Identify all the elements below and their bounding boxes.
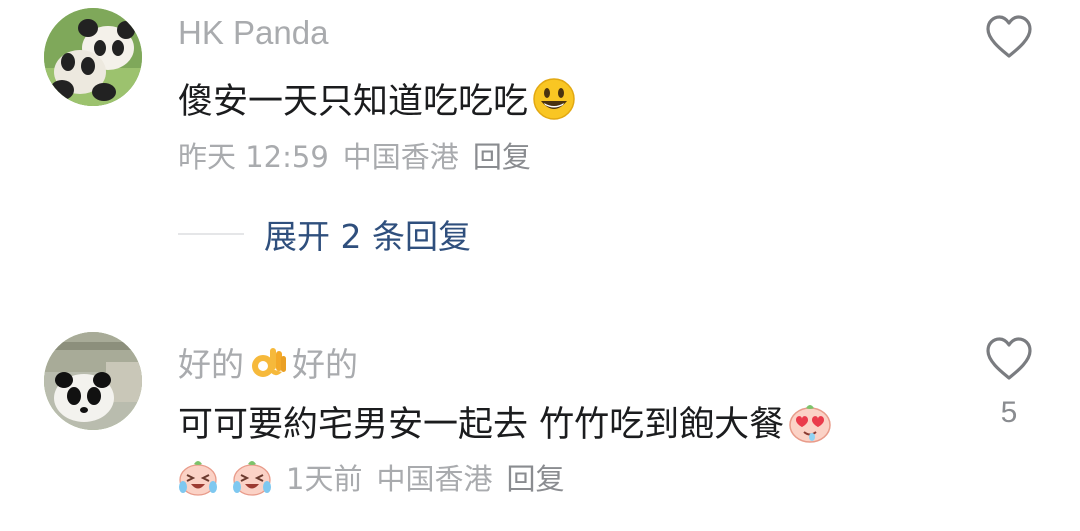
username-part: 好的 (178, 346, 244, 383)
comment-location: 中国香港 (376, 462, 493, 496)
heart-outline-icon (986, 337, 1032, 380)
smiley-emoji-icon (532, 77, 576, 121)
comment-text: 傻安一天只知道吃吃吃 (178, 82, 529, 122)
expand-replies-button[interactable]: 展开 2 条回复 (178, 210, 471, 258)
comment-text-row: 可可要約宅男安一起去 竹竹吃到飽大餐 (178, 396, 832, 447)
crying-laugh-emoji-icon (178, 457, 218, 497)
expand-replies-label: 展开 2 条回复 (264, 217, 471, 256)
avatar[interactable] (44, 332, 142, 430)
comment-item: HK Panda 傻安一天只知道吃吃吃 昨天 12:59 中国香港 回复 展开 … (0, 0, 1080, 290)
heart-eyes-emoji-icon (788, 400, 832, 444)
divider-line (178, 233, 244, 235)
reply-button[interactable]: 回复 (473, 134, 531, 176)
username[interactable]: 好的 好的 (178, 338, 358, 386)
comment-item: 好的 好的 可可要約宅男安一起去 竹竹吃到飽大餐 1天前 中国香港 回复 5 (0, 320, 1080, 531)
comment-time: 昨天 12:59 (178, 140, 329, 174)
reply-button[interactable]: 回复 (506, 456, 564, 498)
comment-meta: 昨天 12:59 中国香港 回复 (178, 134, 545, 176)
panda-avatar-image (44, 332, 142, 430)
username-part: 好的 (292, 346, 358, 383)
comment-time: 1天前 (286, 462, 363, 496)
crying-laugh-emoji-icon (232, 457, 272, 497)
panda-avatar-image (44, 8, 142, 106)
comment-text-row: 傻安一天只知道吃吃吃 (178, 73, 576, 124)
like-count: 5 (1000, 396, 1018, 429)
comment-text: 可可要約宅男安一起去 竹竹吃到飽大餐 (178, 405, 785, 445)
like-button[interactable] (984, 14, 1034, 60)
comment-location: 中国香港 (342, 140, 459, 174)
heart-outline-icon (986, 15, 1032, 58)
avatar[interactable] (44, 8, 142, 106)
comment-meta: 1天前 中国香港 回复 (178, 456, 578, 498)
like-button[interactable] (984, 336, 1034, 382)
username[interactable]: HK Panda (178, 14, 328, 52)
ok-hand-emoji-icon (248, 342, 288, 382)
